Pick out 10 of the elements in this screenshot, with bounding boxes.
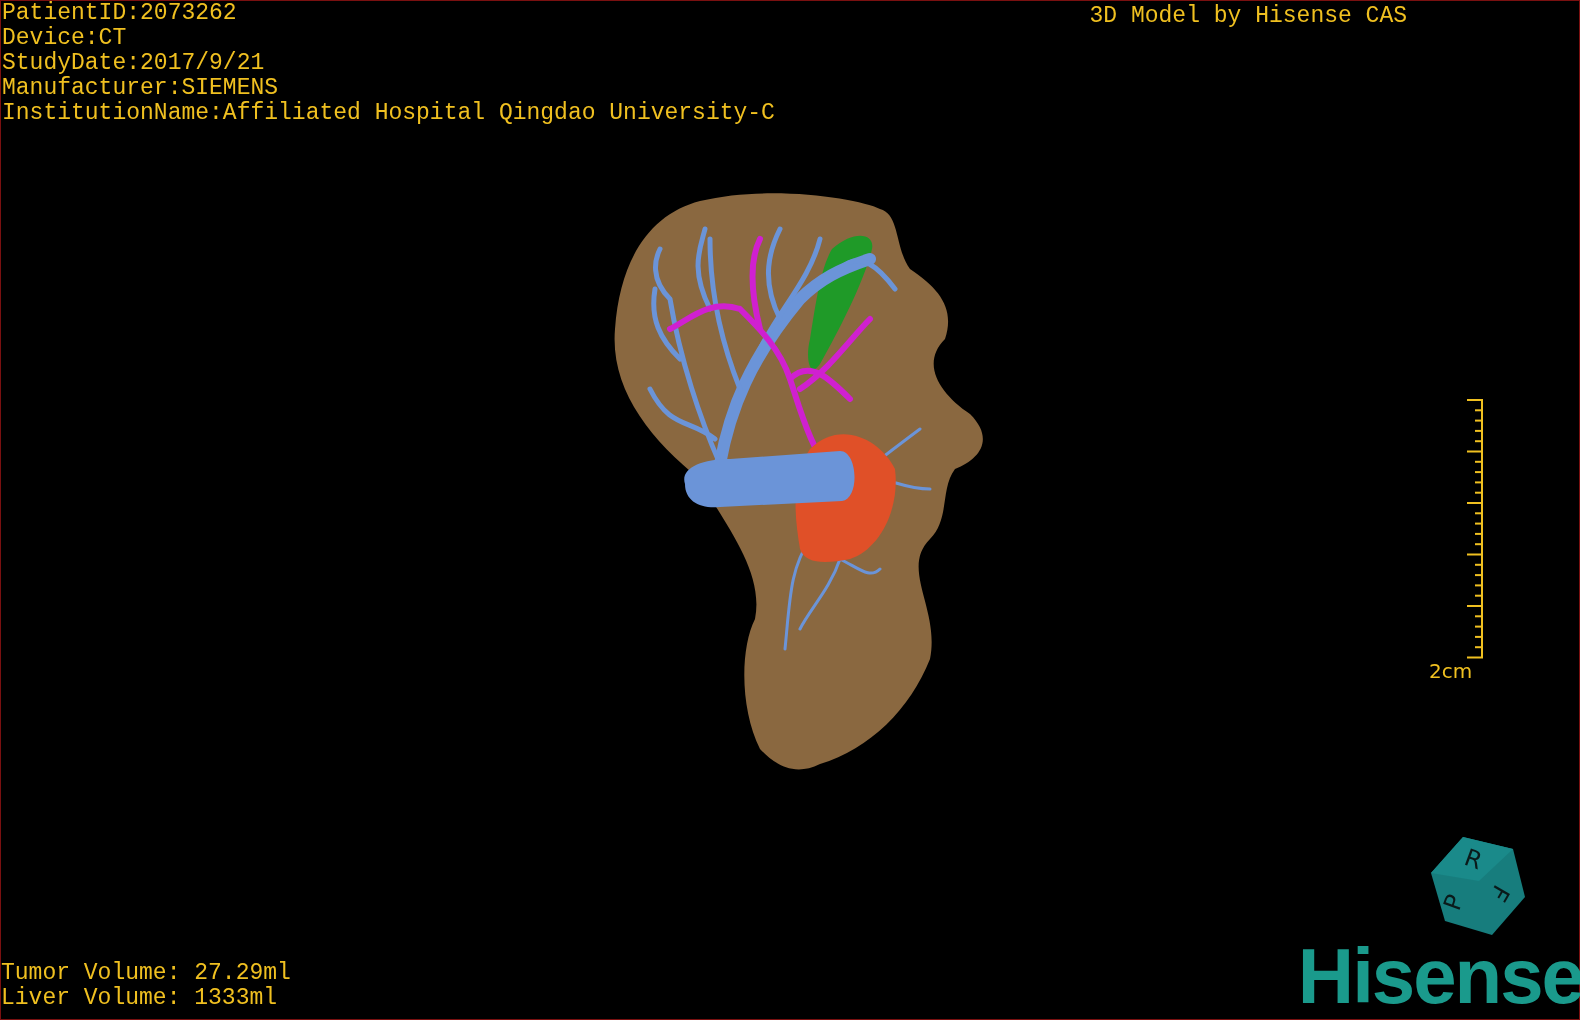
viewer-title: 3D Model by Hisense CAS (1089, 4, 1407, 29)
study-info-text: Device:CT (2, 26, 128, 51)
scale-label: 2cm (1429, 660, 1473, 682)
volume-text: Tumor Volume: 27.29ml (1, 961, 291, 986)
study-info-text: PatientID:2073262 (2, 1, 238, 26)
study-info-text: InstitutionName:Affiliated Hospital Qingdao University-C (2, 101, 775, 126)
study-info-text: StudyDate:2017/9/21 (2, 51, 266, 76)
scale-ruler-icon (1467, 398, 1485, 660)
volume-text: Liver Volume: 1333ml (1, 986, 279, 1011)
study-info-text: Manufacturer:SIEMENS (2, 76, 280, 101)
